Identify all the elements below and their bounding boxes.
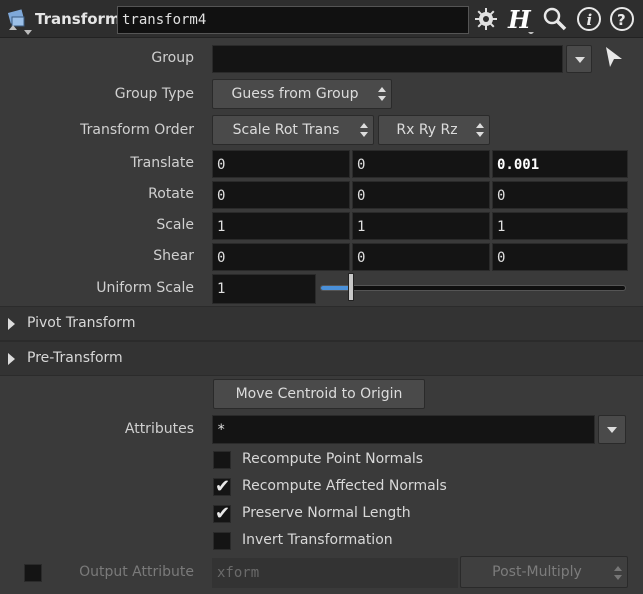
rotate-label: Rotate: [148, 186, 194, 202]
output-attribute-mode-value: Post-Multiply: [492, 564, 582, 580]
invert-transformation-label: Invert Transformation: [242, 532, 393, 548]
translate-label: Translate: [130, 155, 194, 171]
updown-arrows-icon: [360, 123, 368, 137]
recompute-point-normals-label: Recompute Point Normals: [242, 451, 424, 467]
select-arrow-icon[interactable]: [603, 45, 625, 71]
node-menu-arrow-icon[interactable]: [24, 30, 32, 35]
move-centroid-button[interactable]: Move Centroid to Origin: [213, 379, 425, 409]
shear-x-field[interactable]: 0: [212, 243, 350, 271]
output-attribute-label: Output Attribute: [79, 564, 194, 580]
transform-node-icon: [5, 8, 29, 32]
houdini-help-icon[interactable]: H: [506, 5, 534, 35]
shear-label: Shear: [153, 248, 194, 264]
scale-y-field[interactable]: 1: [352, 212, 490, 240]
group-field[interactable]: [212, 45, 563, 73]
svg-text:?: ?: [617, 11, 626, 29]
group-type-value: Guess from Group: [231, 86, 359, 102]
rotate-z-field[interactable]: 0: [492, 181, 628, 209]
gear-icon[interactable]: [474, 6, 500, 36]
shear-y-field[interactable]: 0: [352, 243, 490, 271]
transform-order-menu[interactable]: Scale Rot Trans: [212, 115, 374, 145]
expand-triangle-icon: [8, 353, 15, 365]
scale-z-field[interactable]: 1: [492, 212, 628, 240]
recompute-affected-normals-checkbox[interactable]: ✔: [213, 476, 231, 497]
checkmark-icon: ✔: [215, 503, 231, 524]
scale-label: Scale: [156, 217, 194, 233]
uniform-scale-slider-handle[interactable]: [348, 273, 354, 301]
scale-x-field[interactable]: 1: [212, 212, 350, 240]
preserve-normal-length-label: Preserve Normal Length: [242, 505, 411, 521]
help-icon[interactable]: ?: [609, 6, 635, 32]
group-type-menu[interactable]: Guess from Group: [212, 79, 392, 109]
transform-order-label: Transform Order: [80, 122, 194, 138]
search-icon[interactable]: [542, 6, 568, 32]
group-label: Group: [151, 50, 194, 66]
attributes-dropdown-button[interactable]: [598, 415, 626, 444]
attributes-field[interactable]: *: [212, 415, 595, 444]
recompute-point-normals-checkbox[interactable]: [213, 451, 231, 469]
pivot-transform-title: Pivot Transform: [27, 315, 136, 331]
rotate-x-field[interactable]: 0: [212, 181, 350, 209]
checkmark-icon: ✔: [215, 476, 231, 497]
info-icon[interactable]: i: [576, 6, 602, 32]
pre-transform-section[interactable]: Pre-Transform: [0, 341, 643, 376]
node-type-label: Transform: [35, 10, 121, 28]
attributes-label: Attributes: [124, 421, 194, 437]
rotation-order-menu[interactable]: Rx Ry Rz: [378, 115, 490, 145]
uniform-scale-slider[interactable]: [320, 285, 626, 291]
translate-z-field[interactable]: 0.001: [492, 150, 628, 178]
translate-y-field[interactable]: 0: [352, 150, 490, 178]
expand-triangle-icon: [8, 318, 15, 330]
node-name-field[interactable]: transform4: [117, 6, 469, 34]
pre-transform-title: Pre-Transform: [27, 350, 123, 366]
uniform-scale-label: Uniform Scale: [96, 280, 194, 296]
updown-arrows-icon: [476, 123, 484, 137]
uniform-scale-field[interactable]: 1: [212, 274, 316, 304]
rotation-order-value: Rx Ry Rz: [396, 122, 458, 138]
group-dropdown-button[interactable]: [566, 45, 592, 73]
shear-z-field[interactable]: 0: [492, 243, 628, 271]
chevron-down-icon: [575, 57, 585, 63]
svg-text:H: H: [507, 6, 532, 34]
transform-order-value: Scale Rot Trans: [232, 122, 340, 138]
svg-text:i: i: [587, 11, 593, 29]
recompute-affected-normals-label: Recompute Affected Normals: [242, 478, 447, 494]
group-type-label: Group Type: [114, 86, 194, 102]
updown-arrows-icon: [378, 87, 386, 101]
rotate-y-field[interactable]: 0: [352, 181, 490, 209]
updown-arrows-icon: [614, 566, 622, 580]
output-attribute-field[interactable]: xform: [212, 558, 458, 588]
output-attribute-mode-menu[interactable]: Post-Multiply: [460, 556, 628, 588]
invert-transformation-checkbox[interactable]: [213, 532, 231, 550]
chevron-down-icon: [607, 427, 617, 433]
preserve-normal-length-checkbox[interactable]: ✔: [213, 503, 231, 524]
translate-x-field[interactable]: 0: [212, 150, 350, 178]
pivot-transform-section[interactable]: Pivot Transform: [0, 306, 643, 341]
